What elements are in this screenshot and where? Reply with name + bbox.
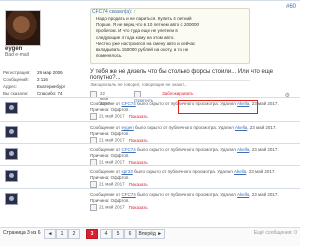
- pager-page-6[interactable]: 6: [124, 229, 136, 239]
- moderation-reason: Причина: Оффтоп.: [90, 131, 130, 136]
- moderated-message-row: Сообщение от CFC74 было скрыто от публич…: [0, 192, 300, 214]
- info-key: Адрес:: [3, 84, 18, 89]
- post-date: 21 май 2017: [99, 137, 125, 143]
- show-button[interactable]: Показать: [129, 138, 148, 143]
- pager-page-1[interactable]: 1: [56, 229, 68, 239]
- author-link[interactable]: CFC74: [121, 101, 135, 106]
- info-value: 29 мар 2006: [37, 70, 63, 75]
- moderation-notice: Сообщение от CFC74 было скрыто от публич…: [90, 192, 279, 197]
- show-button[interactable]: Показать: [129, 160, 148, 165]
- moderation-notice: Сообщение от CFC74 было скрыто от публич…: [90, 147, 279, 152]
- post-number-link[interactable]: #60: [286, 4, 296, 10]
- post-date: 21 май 2017: [99, 113, 125, 119]
- block-button[interactable]: Заблокировать: [162, 91, 193, 96]
- moderation-meta: 21 май 2017 Показать: [90, 204, 148, 211]
- post-checkbox[interactable]: [90, 113, 97, 120]
- author-link[interactable]: CFC74: [121, 147, 135, 152]
- moderation-meta: 21 май 2017 Показать: [90, 113, 148, 120]
- post-separator: [0, 188, 300, 189]
- moderation-reason: Причина: Оффтоп.: [90, 175, 130, 180]
- author-link[interactable]: spr33: [121, 169, 132, 174]
- user-avatar-small[interactable]: [5, 102, 18, 114]
- user-title: Bad e-mail: [5, 52, 29, 58]
- pager-next-button[interactable]: Вперёд ►: [136, 229, 165, 239]
- quote-text: Надо продать и не париться. Купить 4 лет…: [96, 16, 200, 59]
- pager-page-4[interactable]: 4: [100, 229, 112, 239]
- quote-author-link[interactable]: CFC74 сказал(а): ↑: [92, 9, 136, 15]
- show-button[interactable]: Показать: [129, 182, 148, 187]
- info-value: Спасибо: 74: [37, 91, 63, 96]
- user-avatar[interactable]: [5, 10, 41, 46]
- user-avatar-small[interactable]: [5, 170, 18, 182]
- deleter-link[interactable]: Akella: [237, 147, 249, 152]
- signature-divider: [90, 80, 250, 81]
- signature: Эмоциональ не говорит, говорящие не знаю…: [90, 82, 188, 87]
- author-link[interactable]: eygen: [121, 125, 133, 130]
- info-key: Сообщений:: [3, 77, 29, 82]
- pager-page-2[interactable]: 2: [68, 229, 80, 239]
- info-key: Вы сказали:: [3, 91, 29, 96]
- post-top-border: [0, 0, 300, 3]
- post-date: 21 май 2017: [99, 159, 125, 165]
- post-checkbox[interactable]: [90, 181, 97, 188]
- post-separator: [0, 165, 300, 166]
- moderation-meta: 21 май 2017 Показать: [90, 181, 148, 188]
- highlight-box: [178, 100, 258, 114]
- info-value: Екатеринбург: [37, 84, 66, 89]
- show-button[interactable]: Показать: [129, 205, 148, 210]
- info-key: Регистрация:: [3, 70, 31, 75]
- pager-page-5[interactable]: 5: [112, 229, 124, 239]
- deleter-link[interactable]: Akella: [234, 169, 246, 174]
- post-separator: [0, 97, 300, 98]
- post-date: 21 май 2017: [99, 204, 125, 210]
- pager-prev-button[interactable]: ◄: [44, 229, 56, 239]
- deleter-link[interactable]: Akella: [237, 192, 249, 197]
- moderation-reason: Причина: Оффтоп.: [90, 198, 130, 203]
- pager-page-3[interactable]: 3: [86, 229, 98, 239]
- user-avatar-small[interactable]: [5, 193, 18, 205]
- author-link[interactable]: CFC74: [121, 192, 135, 197]
- pager-label: Страница 3 из 6: [3, 230, 41, 236]
- post-date: 21 май 2017: [99, 181, 125, 187]
- post-checkbox[interactable]: [90, 204, 97, 211]
- deleter-link[interactable]: Akella: [235, 125, 247, 130]
- post-separator: [0, 121, 300, 122]
- moderation-reason: Причина: Оффтоп.: [90, 107, 130, 112]
- moderation-notice: Сообщение от eygen было скрыто от публич…: [90, 125, 277, 130]
- user-avatar-small[interactable]: [5, 148, 18, 160]
- show-button[interactable]: Показать: [129, 114, 148, 119]
- pager-right-text: Ещё сообщения: 0: [253, 230, 297, 236]
- moderation-reason: Причина: Оффтоп.: [90, 153, 130, 158]
- info-value: 2 116: [37, 77, 48, 82]
- user-avatar-small[interactable]: [5, 126, 18, 138]
- post-separator: [0, 143, 300, 144]
- moderation-notice: Сообщение от spr33 было скрыто от публич…: [90, 169, 276, 174]
